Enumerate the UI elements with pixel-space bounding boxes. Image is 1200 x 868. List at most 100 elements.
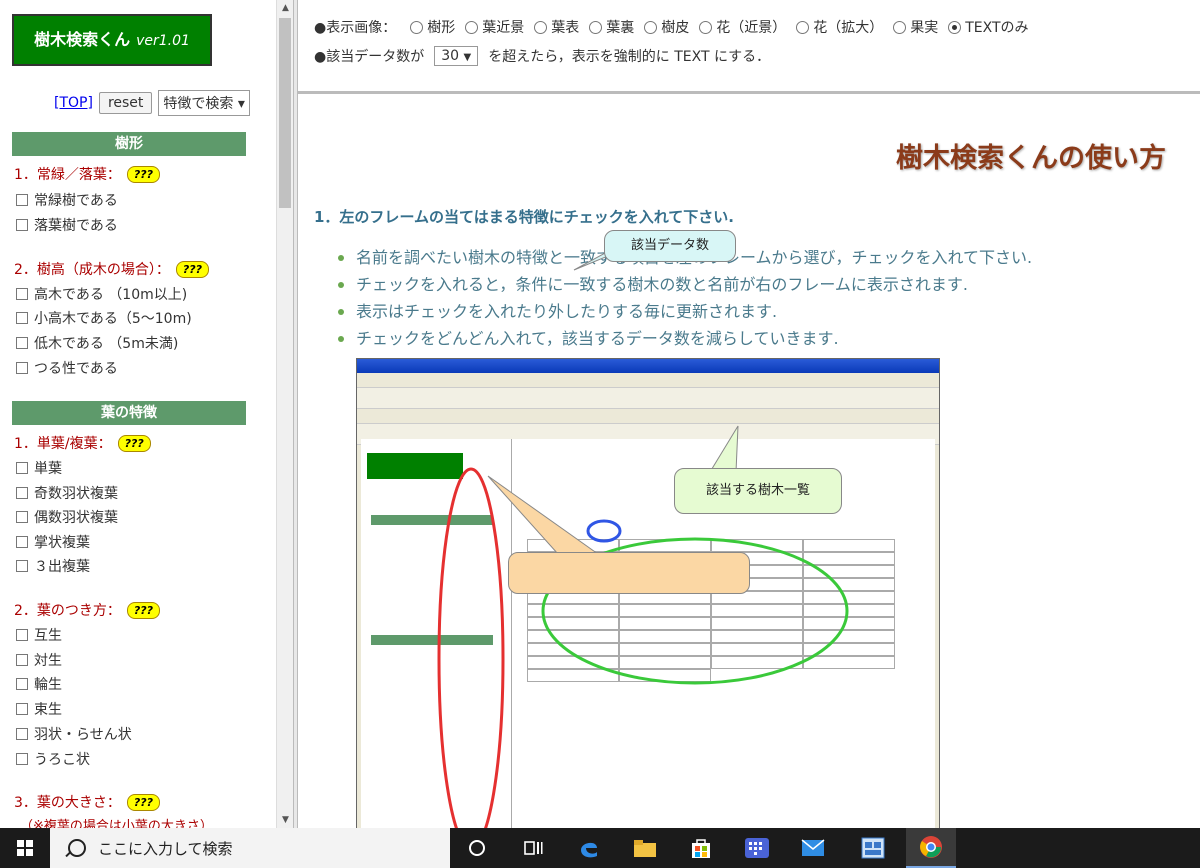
app-launcher-icon[interactable] bbox=[732, 828, 782, 868]
checkbox-item[interactable]: 落葉樹である bbox=[16, 215, 118, 235]
checkbox[interactable] bbox=[16, 678, 28, 690]
radio-label: 花（拡大） bbox=[813, 20, 884, 36]
checkbox-label: 単葉 bbox=[34, 461, 62, 477]
taskbar: ここに入力して検索 bbox=[0, 828, 1200, 868]
help-badge[interactable]: ??? bbox=[126, 165, 161, 183]
section-header-leaf: 葉の特徴 bbox=[12, 401, 246, 425]
checkbox-label: 掌状複葉 bbox=[34, 535, 90, 551]
cortana-icon[interactable] bbox=[452, 828, 502, 868]
checkbox[interactable] bbox=[16, 312, 28, 324]
checkbox[interactable] bbox=[16, 462, 28, 474]
help-badge[interactable]: ??? bbox=[175, 260, 210, 278]
checkbox[interactable] bbox=[16, 753, 28, 765]
question-leaf-type: 1．単葉/複葉：??? bbox=[14, 433, 151, 453]
checkbox-label: 輪生 bbox=[34, 677, 62, 693]
list-item: 表示はチェックを入れたり外したりする毎に更新されます. bbox=[338, 298, 1032, 325]
windows-icon bbox=[17, 840, 33, 856]
logo-version: ver1.01 bbox=[136, 33, 190, 49]
nav-row: [TOP] reset 特徴で検索 ▾ bbox=[54, 90, 250, 116]
checkbox-item[interactable]: 対生 bbox=[16, 650, 62, 670]
checkbox-item[interactable]: 奇数羽状複葉 bbox=[16, 483, 118, 503]
checkbox[interactable] bbox=[16, 288, 28, 300]
count-value: 30 bbox=[441, 48, 460, 64]
question-evergreen: 1．常緑／落葉：??? bbox=[14, 164, 161, 184]
checkbox[interactable] bbox=[16, 703, 28, 715]
checkbox-item[interactable]: うろこ状 bbox=[16, 749, 90, 769]
control-panel-icon[interactable] bbox=[848, 828, 898, 868]
search-icon bbox=[68, 839, 86, 857]
checkbox-label: 束生 bbox=[34, 702, 62, 718]
question-leaf-size: 3．葉の大きさ：??? bbox=[14, 792, 161, 812]
left-scrollbar[interactable]: ▲ ▼ bbox=[276, 0, 294, 828]
page-title: 樹木検索くんの使い方 bbox=[896, 143, 1166, 174]
checkbox[interactable] bbox=[16, 337, 28, 349]
start-button[interactable] bbox=[0, 828, 50, 868]
leaf-size-note: （※複葉の場合は小葉の大きさ） bbox=[20, 819, 213, 828]
checkbox[interactable] bbox=[16, 560, 28, 572]
checkbox-item[interactable]: 低木である （5m未満) bbox=[16, 333, 178, 353]
checkbox[interactable] bbox=[16, 194, 28, 206]
checkbox[interactable] bbox=[16, 219, 28, 231]
radio-button[interactable] bbox=[893, 20, 907, 34]
count-select[interactable]: 30 ▼ bbox=[434, 46, 479, 66]
callout-checkbox-hint bbox=[508, 552, 750, 594]
question-leaf-arrangement: 2．葉のつき方：??? bbox=[14, 600, 161, 620]
checkbox-item[interactable]: 小高木である（5～10m) bbox=[16, 308, 192, 328]
scroll-thumb[interactable] bbox=[279, 18, 291, 208]
checkbox-label: つる性である bbox=[34, 361, 118, 377]
edge-icon[interactable] bbox=[564, 828, 614, 868]
scroll-up-icon[interactable]: ▲ bbox=[277, 0, 294, 16]
radio-button[interactable] bbox=[465, 20, 479, 34]
radio-button[interactable] bbox=[644, 20, 658, 34]
taskbar-search[interactable]: ここに入力して検索 bbox=[50, 828, 450, 868]
checkbox[interactable] bbox=[16, 728, 28, 740]
checkbox[interactable] bbox=[16, 629, 28, 641]
radio-button[interactable] bbox=[948, 20, 962, 34]
checkbox-item[interactable]: 束生 bbox=[16, 699, 62, 719]
checkbox-item[interactable]: つる性である bbox=[16, 358, 118, 378]
scroll-down-icon[interactable]: ▼ bbox=[277, 812, 294, 828]
checkbox-item[interactable]: ３出複葉 bbox=[16, 556, 90, 576]
checkbox-item[interactable]: 高木である （10m以上) bbox=[16, 284, 187, 304]
example-titlebar bbox=[357, 359, 939, 373]
store-icon[interactable] bbox=[676, 828, 726, 868]
checkbox-label: 対生 bbox=[34, 653, 62, 669]
radio-button[interactable] bbox=[796, 20, 810, 34]
checkbox[interactable] bbox=[16, 536, 28, 548]
display-options-frame: ●表示画像： 樹形 葉近景 葉表 葉裏 樹皮 花（近景） 花（拡大） 果実 TEXTのみ ●該当… bbox=[298, 0, 1200, 94]
checkbox-item[interactable]: 掌状複葉 bbox=[16, 532, 90, 552]
checkbox[interactable] bbox=[16, 511, 28, 523]
checkbox[interactable] bbox=[16, 362, 28, 374]
help-badge[interactable]: ??? bbox=[126, 601, 161, 619]
radio-label: 樹形 bbox=[427, 20, 456, 36]
chrome-icon[interactable] bbox=[906, 828, 956, 868]
checkbox-item[interactable]: 偶数羽状複葉 bbox=[16, 507, 118, 527]
checkbox-item[interactable]: 単葉 bbox=[16, 458, 62, 478]
mode-select[interactable]: 特徴で検索 ▾ bbox=[158, 90, 250, 116]
checkbox-label: 落葉樹である bbox=[34, 218, 118, 234]
top-link[interactable]: [TOP] bbox=[54, 95, 93, 111]
checkbox-item[interactable]: 羽状・らせん状 bbox=[16, 724, 132, 744]
checkbox-label: ３出複葉 bbox=[34, 559, 90, 575]
app-logo[interactable]: 樹木検索くん ver1.01 bbox=[12, 14, 212, 66]
checkbox[interactable] bbox=[16, 487, 28, 499]
reset-button[interactable]: reset bbox=[98, 92, 153, 114]
task-view-icon[interactable] bbox=[508, 828, 558, 868]
list-item: チェックを入れると，条件に一致する樹木の数と名前が右のフレームに表示されます. bbox=[338, 271, 1032, 298]
radio-button[interactable] bbox=[410, 20, 424, 34]
radio-button[interactable] bbox=[699, 20, 713, 34]
file-explorer-icon[interactable] bbox=[620, 828, 670, 868]
checkbox[interactable] bbox=[16, 654, 28, 666]
example-addressbar bbox=[357, 409, 939, 424]
radio-button[interactable] bbox=[534, 20, 548, 34]
checkbox-label: 偶数羽状複葉 bbox=[34, 510, 118, 526]
radio-button[interactable] bbox=[589, 20, 603, 34]
help-badge[interactable]: ??? bbox=[117, 434, 151, 452]
question-label: 1．単葉/複葉： bbox=[14, 436, 112, 452]
checkbox-label: 低木である （5m未満) bbox=[34, 336, 179, 352]
help-badge[interactable]: ??? bbox=[126, 793, 161, 811]
mail-icon[interactable] bbox=[788, 828, 838, 868]
checkbox-item[interactable]: 互生 bbox=[16, 625, 62, 645]
checkbox-item[interactable]: 常緑樹である bbox=[16, 190, 118, 210]
checkbox-item[interactable]: 輪生 bbox=[16, 674, 62, 694]
